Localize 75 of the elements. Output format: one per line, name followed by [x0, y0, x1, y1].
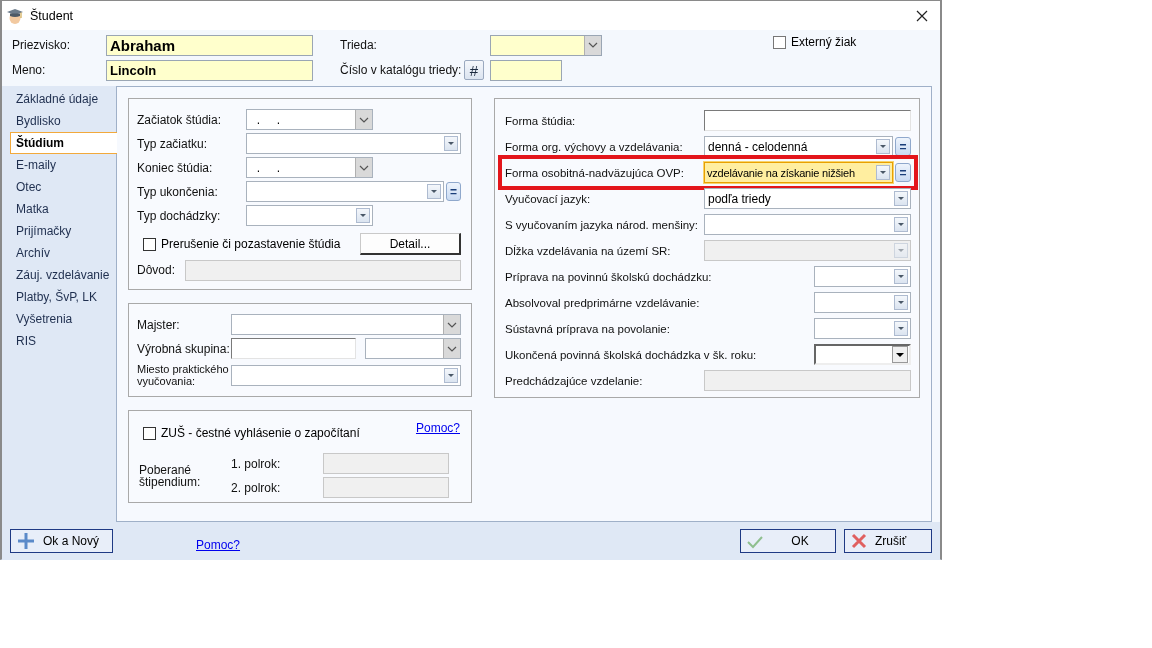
sidebar-item[interactable]: Prijímačky [10, 220, 117, 242]
checkbox[interactable] [143, 426, 156, 440]
field-label: S vyučovaním jazyka národ. menšiny: [505, 218, 699, 231]
sidebar-item[interactable]: Bydlisko [10, 110, 117, 132]
field-label: Vyučovací jazyk: [505, 192, 592, 205]
window-title: Študent [30, 8, 74, 23]
date-picker[interactable]: . . [246, 109, 373, 130]
ok-and-new-button[interactable]: Ok a Nový [10, 529, 113, 553]
dropdown[interactable]: vzdelávanie na získanie nižšieh [704, 162, 893, 183]
chevron-down-icon[interactable] [584, 35, 601, 55]
sidebar-item[interactable]: E-maily [10, 154, 117, 176]
sidebar-item[interactable]: Záuj. vzdelávanie [10, 264, 117, 286]
field-label: 1. polrok: [231, 456, 282, 471]
field-label: Koniec štúdia: [137, 160, 214, 175]
field-label: Začiatok štúdia: [137, 112, 223, 127]
input-field[interactable] [704, 110, 911, 131]
field-label: Typ dochádzky: [137, 208, 222, 223]
field-label: Číslo v katalógu triedy: [340, 63, 462, 77]
field-label: Dôvod: [137, 263, 177, 277]
number-button[interactable]: # [464, 60, 484, 80]
chevron-down-icon[interactable] [355, 158, 372, 177]
dropdown[interactable] [814, 344, 911, 365]
close-icon[interactable] [916, 9, 928, 22]
cancel-button[interactable]: Zrušiť [844, 529, 932, 553]
field-label: Absolvoval predprimárne vzdelávanie: [505, 296, 700, 309]
checkbox[interactable] [143, 237, 156, 251]
checkbox-label: ZUŠ - čestné vyhlásenie o započítaní [161, 426, 360, 440]
input-field[interactable] [230, 338, 357, 359]
field-label: Meno: [12, 63, 47, 77]
dropdown[interactable]: denná - celodenná [704, 136, 893, 157]
field-label: Ukončená povinná školská dochádzka v šk. roku: [505, 348, 757, 361]
sidebar-item[interactable]: Matka [10, 198, 117, 220]
student-icon [6, 6, 24, 25]
detail-button[interactable]: Detail... [360, 233, 461, 255]
field-label: Výrobná skupina: [137, 341, 231, 356]
field-label: Poberané štipendium: [139, 463, 202, 488]
chevron-down-icon[interactable] [355, 110, 372, 129]
field-label: Predchádzajúce vzdelanie: [505, 374, 644, 387]
field-label: Majster: [137, 317, 181, 332]
input-field[interactable] [490, 59, 562, 81]
field-label: Trieda: [340, 38, 378, 52]
checkbox[interactable] [773, 35, 786, 49]
field-label: Sústavná príprava na povolanie: [505, 322, 671, 335]
field-label: Priezvisko: [12, 38, 71, 52]
equals-button[interactable]: = [895, 163, 911, 182]
checkbox-label: Prerušenie či pozastavenie štúdia [161, 237, 341, 251]
sidebar-item[interactable]: Vyšetrenia [10, 308, 117, 330]
date-picker[interactable]: . . [246, 157, 373, 178]
field-label: Miesto praktického vyučovania: [137, 363, 230, 387]
help-link[interactable]: Pomoc? [415, 421, 460, 435]
sidebar-item[interactable]: Archív [10, 242, 117, 264]
ok-button[interactable]: OK [740, 529, 836, 553]
field-label: Príprava na povinnú školskú dochádzku: [505, 270, 712, 283]
sidebar-item[interactable]: Základné údaje [10, 88, 117, 110]
field-label: Typ začiatku: [137, 136, 209, 151]
field-label: Dĺžka vzdelávania na území SR: [505, 244, 672, 257]
sidebar-item[interactable]: RIS [10, 330, 117, 352]
sidebar-item[interactable]: Platby, ŠvP, LK [10, 286, 117, 308]
field-label: Forma org. výchovy a vzdelávania: [505, 140, 684, 153]
chevron-down-icon[interactable] [443, 339, 460, 358]
checkbox-label: Externý žiak [791, 35, 857, 49]
equals-button[interactable]: = [446, 182, 461, 201]
input-field[interactable]: Abraham [106, 34, 313, 56]
field-label: Forma štúdia: [505, 114, 577, 127]
sidebar-item[interactable]: Otec [10, 176, 117, 198]
help-link[interactable]: Pomoc? [196, 538, 241, 552]
sidebar-item[interactable]: Štúdium [10, 132, 117, 154]
field-label: Typ ukončenia: [137, 184, 219, 199]
chevron-down-icon[interactable] [443, 315, 460, 334]
field-label: 2. polrok: [231, 480, 282, 495]
dropdown[interactable]: podľa triedy [704, 188, 911, 209]
input-field[interactable]: Lincoln [106, 59, 313, 81]
field-label: Forma osobitná-nadväzujúca OVP: [505, 166, 685, 179]
cross-icon [851, 533, 867, 549]
plus-icon [17, 532, 35, 550]
